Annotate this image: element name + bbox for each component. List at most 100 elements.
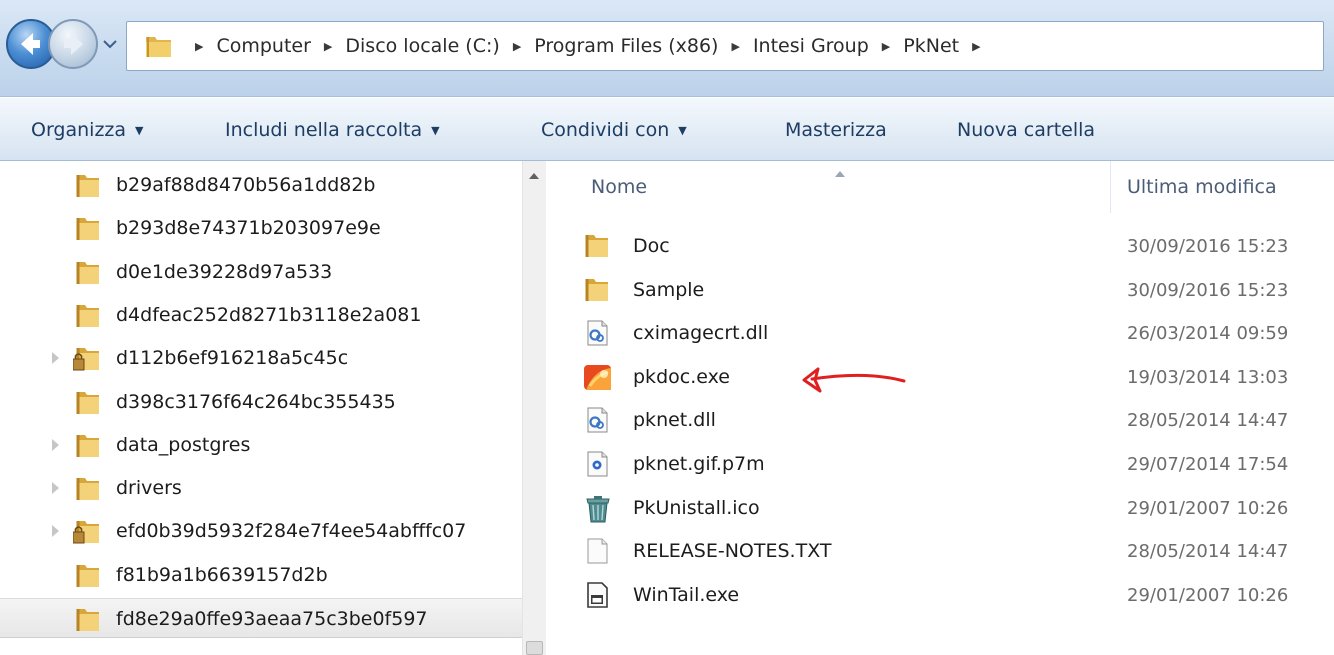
signed-file-icon	[582, 449, 612, 483]
scroll-thumb[interactable]	[526, 641, 543, 655]
breadcrumb-computer[interactable]: Computer	[216, 35, 310, 57]
breadcrumb-separator-icon[interactable]: ▶	[324, 40, 332, 53]
burn-label: Masterizza	[785, 119, 887, 141]
file-name: PkUnistall.ico	[633, 496, 760, 519]
breadcrumb: ▶ Computer ▶ Disco locale (C:) ▶ Program…	[182, 22, 994, 70]
navigation-pane: b29af88d8470b56a1dd82b b293d8e74371b20309…	[0, 161, 522, 655]
file-row[interactable]: pknet.dll 28/05/2014 14:47	[546, 399, 1334, 442]
file-row[interactable]: pknet.gif.p7m 29/07/2014 17:54	[546, 443, 1334, 486]
file-modified-date: 29/07/2014 17:54	[1127, 454, 1289, 475]
folder-icon	[73, 258, 103, 292]
forward-button[interactable]	[48, 19, 98, 69]
file-name: Sample	[633, 278, 705, 301]
breadcrumb-separator-icon[interactable]: ▶	[513, 40, 521, 53]
tree-item-label: drivers	[116, 477, 182, 500]
folder-icon	[73, 301, 103, 335]
tree-item-label: fd8e29a0ffe93aeaa75c3be0f597	[116, 608, 428, 630]
file-name: pkdoc.exe	[633, 365, 730, 388]
tree-item-label: d0e1de39228d97a533	[116, 260, 333, 283]
tree-item[interactable]: b293d8e74371b203097e9e	[0, 208, 522, 248]
file-row[interactable]: pkdoc.exe 19/03/2014 13:03	[546, 356, 1334, 399]
column-header-modified[interactable]: Ultima modifica	[1127, 161, 1277, 213]
organize-menu[interactable]: Organizza ▼	[31, 98, 144, 162]
breadcrumb-local-disk[interactable]: Disco locale (C:)	[345, 35, 499, 57]
folder-icon	[73, 214, 103, 248]
exe-window-icon	[582, 580, 612, 614]
folder-icon	[73, 171, 103, 205]
breadcrumb-program-files[interactable]: Program Files (x86)	[534, 35, 718, 57]
tree-item-label: efd0b39d5932f284e7f4ee54abfffc07	[116, 520, 467, 543]
folder-icon	[73, 561, 103, 595]
tree-expander-icon[interactable]	[52, 525, 59, 538]
folder-icon	[73, 605, 103, 639]
tree-item-label: f81b9a1b6639157d2b	[116, 563, 328, 586]
file-row[interactable]: Sample 30/09/2016 15:23	[546, 269, 1334, 312]
address-field[interactable]: ▶ Computer ▶ Disco locale (C:) ▶ Program…	[126, 21, 1324, 71]
folder-icon	[582, 275, 612, 309]
file-name: pknet.dll	[633, 409, 716, 432]
command-bar: Organizza ▼ Includi nella raccolta ▼ Condi…	[0, 97, 1334, 161]
organize-label: Organizza	[31, 119, 127, 141]
breadcrumb-separator-icon[interactable]: ▶	[731, 40, 739, 53]
arrow-right-icon	[64, 33, 83, 55]
tree-expander-icon[interactable]	[52, 482, 59, 495]
file-name: Doc	[633, 235, 670, 257]
file-modified-date: 29/01/2007 10:26	[1127, 584, 1289, 606]
burn-button[interactable]: Masterizza	[785, 98, 887, 162]
file-row[interactable]: PkUnistall.ico 29/01/2007 10:26	[546, 487, 1334, 530]
tree-item-label: b29af88d8470b56a1dd82b	[116, 174, 376, 196]
tree-item[interactable]: d4dfeac252d8271b3118e2a081	[0, 295, 522, 335]
recent-pages-button[interactable]	[101, 35, 119, 53]
tree-item[interactable]: data_postgres	[0, 425, 522, 465]
dropdown-arrow-icon: ▼	[431, 124, 440, 137]
tree-item[interactable]: b29af88d8470b56a1dd82b	[0, 165, 522, 205]
tree-item[interactable]: efd0b39d5932f284e7f4ee54abfffc07	[0, 511, 522, 551]
text-file-icon	[582, 536, 612, 570]
locked-folder-icon	[72, 344, 103, 378]
breadcrumb-separator-icon[interactable]: ▶	[972, 40, 980, 53]
file-modified-date: 29/01/2007 10:26	[1127, 497, 1289, 519]
tree-item[interactable]: fd8e29a0ffe93aeaa75c3be0f597	[0, 598, 522, 638]
breadcrumb-pknet[interactable]: PkNet	[903, 35, 959, 57]
file-row[interactable]: Doc 30/09/2016 15:23	[546, 225, 1334, 268]
dropdown-arrow-icon: ▼	[135, 124, 144, 137]
tree-item[interactable]: d398c3176f64c264bc355435	[0, 382, 522, 422]
scroll-up-icon[interactable]	[529, 173, 539, 179]
dll-icon	[582, 405, 612, 439]
file-modified-date: 30/09/2016 15:23	[1127, 279, 1289, 301]
share-with-menu[interactable]: Condividi con ▼	[541, 98, 687, 162]
recycle-bin-icon	[582, 493, 614, 529]
file-row[interactable]: WinTail.exe 29/01/2007 10:26	[546, 574, 1334, 617]
folder-icon	[146, 37, 171, 57]
explorer-window: ▶ Computer ▶ Disco locale (C:) ▶ Program…	[0, 0, 1334, 655]
tree-expander-icon[interactable]	[52, 352, 59, 365]
column-header-name[interactable]: Nome	[591, 161, 647, 213]
file-name: RELEASE-NOTES.TXT	[633, 540, 832, 563]
new-folder-label: Nuova cartella	[957, 119, 1096, 141]
dropdown-arrow-icon: ▼	[678, 124, 687, 137]
file-name: WinTail.exe	[633, 583, 740, 606]
folder-icon	[73, 474, 103, 508]
dll-icon	[582, 318, 612, 352]
breadcrumb-separator-icon[interactable]: ▶	[195, 40, 203, 53]
column-divider[interactable]	[1110, 161, 1111, 213]
tree-item[interactable]: f81b9a1b6639157d2b	[0, 555, 522, 595]
navigation-scrollbar[interactable]	[522, 161, 546, 655]
tree-item[interactable]: d112b6ef916218a5c45c	[0, 338, 522, 378]
file-row[interactable]: RELEASE-NOTES.TXT 28/05/2014 14:47	[546, 530, 1334, 573]
file-row[interactable]: cximagecrt.dll 26/03/2014 09:59	[546, 312, 1334, 355]
file-modified-date: 28/05/2014 14:47	[1127, 541, 1289, 563]
file-modified-date: 28/05/2014 14:47	[1127, 410, 1289, 432]
include-in-library-label: Includi nella raccolta	[225, 119, 423, 141]
breadcrumb-separator-icon[interactable]: ▶	[882, 40, 890, 53]
tree-item-label: d112b6ef916218a5c45c	[116, 347, 349, 370]
tree-expander-icon[interactable]	[52, 438, 59, 451]
include-in-library-menu[interactable]: Includi nella raccolta ▼	[225, 98, 440, 162]
tree-item[interactable]: drivers	[0, 468, 522, 508]
new-folder-button[interactable]: Nuova cartella	[957, 98, 1095, 162]
breadcrumb-intesi-group[interactable]: Intesi Group	[753, 35, 869, 57]
tree-item-label: b293d8e74371b203097e9e	[116, 217, 381, 240]
tree-item-label: d4dfeac252d8271b3118e2a081	[116, 303, 422, 326]
tree-item[interactable]: d0e1de39228d97a533	[0, 252, 522, 292]
folder-icon	[582, 231, 612, 265]
